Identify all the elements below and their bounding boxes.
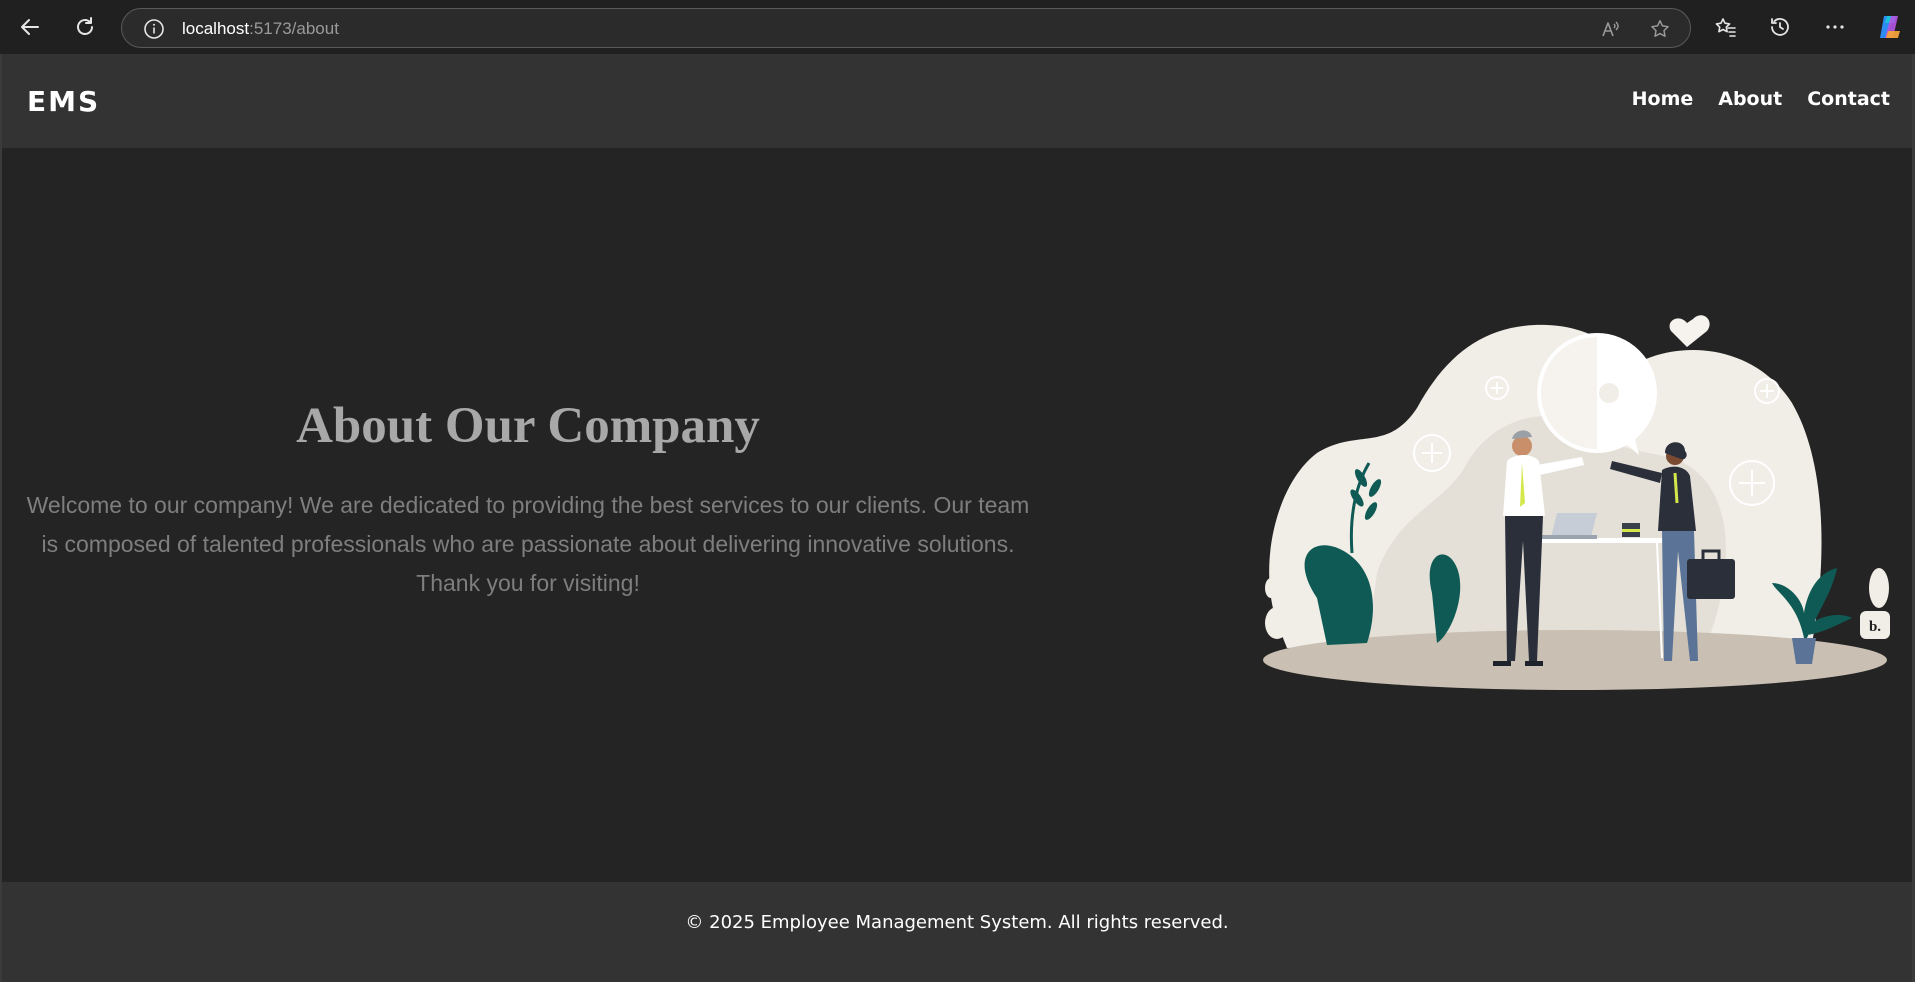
copilot-icon (1880, 16, 1900, 38)
history-button[interactable] (1762, 9, 1798, 45)
page-title: About Our Company (296, 398, 760, 454)
nav-links: Home About Contact (1632, 88, 1890, 110)
url-host: localhost (182, 19, 250, 38)
nav-link-about[interactable]: About (1718, 88, 1782, 110)
app-window: EMS Home About Contact About Our Company… (0, 54, 1915, 982)
read-aloud-button[interactable] (1598, 17, 1622, 41)
copyright-text: © 2025 Employee Management System. All r… (685, 911, 1229, 933)
badge-text: b. (1869, 619, 1881, 635)
url-text: localhost:5173/about (182, 19, 339, 39)
copilot-button[interactable] (1872, 9, 1908, 45)
favorites-button[interactable] (1707, 9, 1743, 45)
footer: © 2025 Employee Management System. All r… (2, 882, 1912, 982)
nav-link-home[interactable]: Home (1632, 88, 1694, 110)
briefcase-icon (1687, 559, 1735, 599)
heart-icon (1669, 315, 1710, 347)
favorites-icon (1715, 18, 1736, 37)
read-aloud-icon (1602, 21, 1619, 37)
back-icon (21, 19, 39, 35)
address-bar[interactable]: localhost:5173/about (121, 8, 1691, 48)
back-button[interactable] (12, 9, 48, 45)
more-button[interactable] (1817, 9, 1853, 45)
intro-paragraph: Welcome to our company! We are dedicated… (26, 492, 1030, 597)
favorite-button[interactable] (1648, 17, 1672, 41)
refresh-icon (77, 17, 93, 35)
favorite-star-icon (1651, 20, 1669, 37)
refresh-button[interactable] (67, 9, 103, 45)
navbar: EMS Home About Contact (2, 54, 1912, 148)
url-path: :5173/about (249, 19, 339, 38)
history-icon (1771, 18, 1789, 36)
browser-toolbar: localhost:5173/about (0, 0, 1915, 54)
site-info-button[interactable] (142, 17, 166, 41)
info-icon (144, 19, 164, 39)
nav-link-contact[interactable]: Contact (1807, 88, 1890, 110)
logo[interactable]: EMS (27, 85, 100, 118)
hero-text: About Our Company Welcome to our company… (22, 398, 1034, 603)
business-handshake-illustration: b. (1263, 315, 1890, 690)
hero-section: About Our Company Welcome to our company… (2, 148, 1912, 882)
more-icon (1826, 25, 1844, 29)
laptop-icon (1551, 513, 1597, 537)
